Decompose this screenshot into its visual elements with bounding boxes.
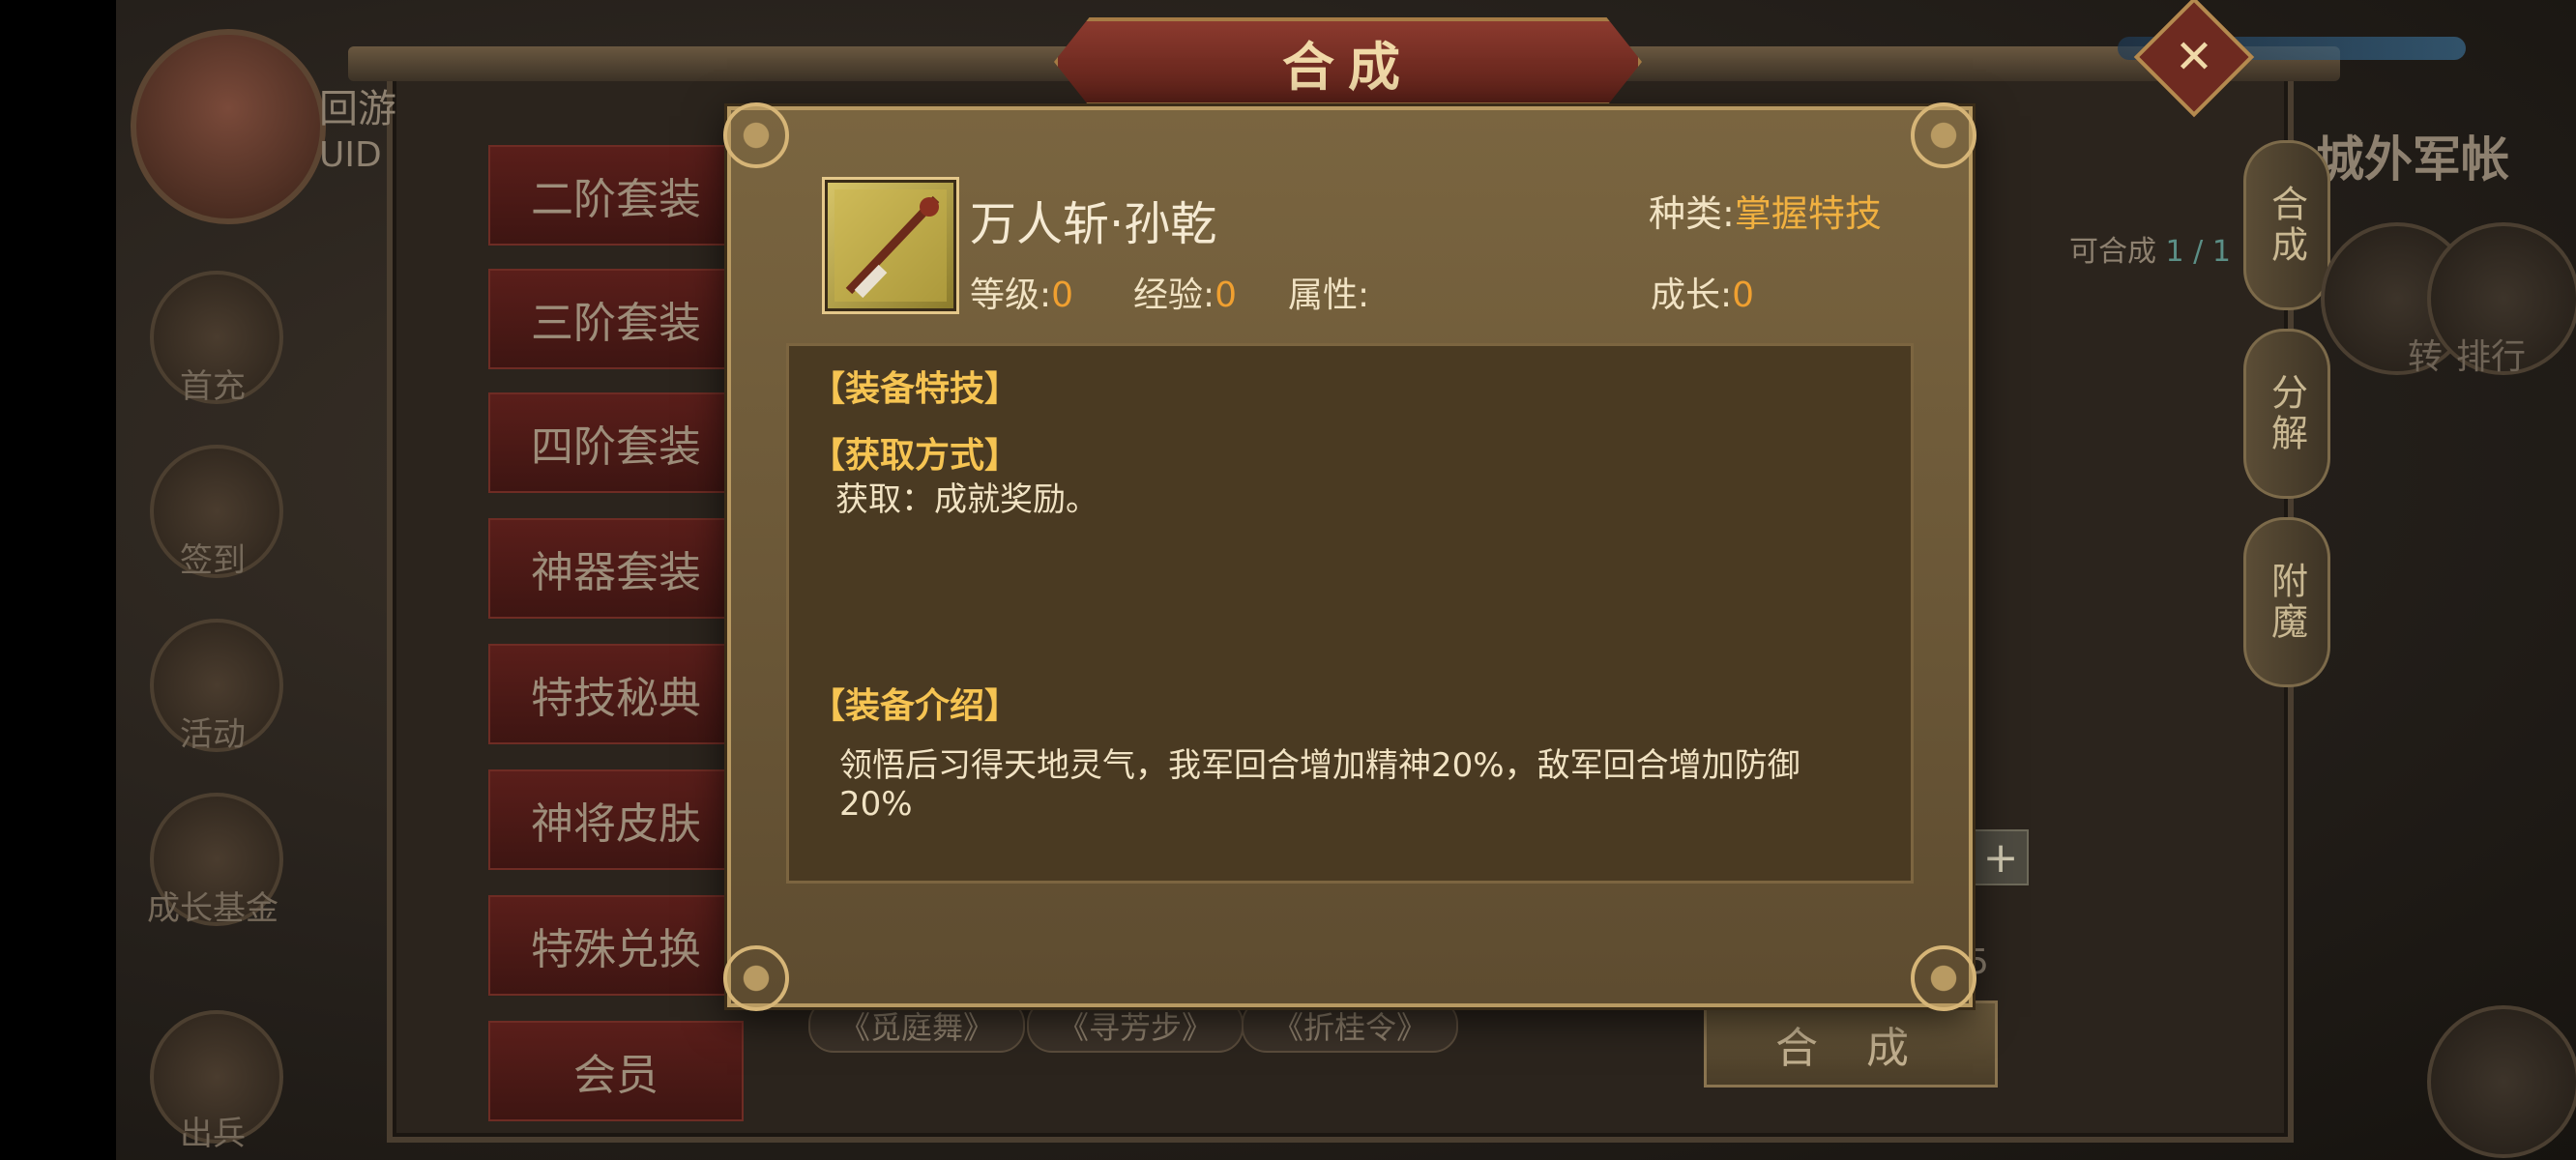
corner-ornament-icon xyxy=(723,945,789,1011)
window-title-plaque: 合成 xyxy=(1054,17,1642,106)
growth-stat: 成长:0 xyxy=(1651,267,1754,317)
compose-button[interactable]: 合 成 xyxy=(1704,1000,1998,1088)
category-tier2-set[interactable]: 二阶套装 xyxy=(488,145,744,246)
attribute-label: 属性: xyxy=(1288,276,1370,315)
side-label-activity: 活动 xyxy=(180,715,246,754)
growth-value: 0 xyxy=(1732,276,1755,315)
ranking-label: 排行 xyxy=(2456,337,2527,377)
attribute-stat: 属性: xyxy=(1288,267,1369,317)
window-title: 合成 xyxy=(1282,36,1414,98)
corner-ornament-icon xyxy=(723,102,789,168)
category-artifact-set[interactable]: 神器套装 xyxy=(488,518,744,619)
exp-value: 0 xyxy=(1215,276,1238,315)
camp-title: 城外军帐 xyxy=(2316,131,2509,188)
category-tier4-set[interactable]: 四阶套装 xyxy=(488,392,744,493)
item-name: 万人斩·孙乾 xyxy=(970,197,1217,251)
level-stat: 等级:0 xyxy=(970,267,1073,317)
tab-decompose[interactable]: 分解 xyxy=(2243,329,2330,499)
intro-text: 领悟后习得天地灵气，我军回合增加精神20%，敌军回合增加防御20% xyxy=(839,746,1800,824)
corner-ornament-icon xyxy=(1911,102,1976,168)
source-text: 获取：成就奖励。 xyxy=(835,480,1098,519)
composable-value: 1 / 1 xyxy=(2165,235,2231,269)
intro-heading: 【装备介绍】 xyxy=(810,686,1020,726)
side-label-growth-fund: 成长基金 xyxy=(147,889,278,928)
level-label: 等级: xyxy=(970,276,1052,315)
menu-icon[interactable] xyxy=(2427,1005,2576,1158)
tab-enchant[interactable]: 附魔 xyxy=(2243,517,2330,687)
side-label-dispatch: 出兵 xyxy=(180,1115,246,1153)
level-value: 0 xyxy=(1051,276,1074,315)
category-special-exchange[interactable]: 特殊兑换 xyxy=(488,895,744,996)
close-icon: ✕ xyxy=(2174,30,2214,84)
growth-label: 成长: xyxy=(1651,276,1733,315)
skill-heading: 【装备特技】 xyxy=(810,369,1020,409)
side-label-first-charge: 首充 xyxy=(180,367,246,406)
source-heading: 【获取方式】 xyxy=(810,436,1020,476)
player-name: 回游 xyxy=(319,87,396,131)
side-label-sign-in: 签到 xyxy=(180,541,246,580)
corner-ornament-icon xyxy=(1911,945,1976,1011)
composable-label: 可合成 xyxy=(2069,235,2156,269)
category-vip[interactable]: 会员 xyxy=(488,1021,744,1121)
category-general-skin[interactable]: 神将皮肤 xyxy=(488,769,744,870)
category-skill-book[interactable]: 特技秘典 xyxy=(488,644,744,744)
exp-label: 经验: xyxy=(1133,276,1215,315)
tab-compose[interactable]: 合成 xyxy=(2243,140,2330,310)
composable-count: 可合成 1 / 1 xyxy=(2069,227,2231,270)
item-kind: 种类:掌握特技 xyxy=(1649,184,1882,237)
player-uid: UID xyxy=(319,135,382,175)
exp-stat: 经验:0 xyxy=(1133,267,1237,317)
category-tier3-set[interactable]: 三阶套装 xyxy=(488,269,744,369)
kind-value: 掌握特技 xyxy=(1734,192,1882,235)
skill-book-icon xyxy=(822,177,959,314)
kind-label: 种类: xyxy=(1649,192,1735,235)
player-avatar[interactable] xyxy=(131,29,326,224)
increase-quantity-button[interactable]: + xyxy=(1973,829,2029,885)
